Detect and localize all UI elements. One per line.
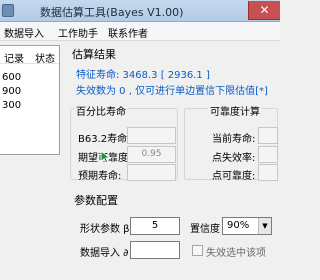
point-failure-rate-label: 点失效率: bbox=[212, 153, 256, 164]
data-import-input[interactable] bbox=[130, 241, 180, 259]
expected-life-label: 预期寿命: bbox=[78, 171, 122, 182]
b632-field[interactable] bbox=[127, 127, 176, 144]
failure-count-note: 失效数为 0 , 仅可进行单边置信下限估值[*] bbox=[76, 86, 268, 97]
reliability-calc-title: 可靠度计算 bbox=[208, 103, 262, 118]
b632-label: B63.2寿命: bbox=[78, 134, 131, 145]
characteristic-life: 特征寿命: 3468.3 [ 2936.1 ] bbox=[76, 70, 210, 81]
column-record[interactable]: 记录 bbox=[4, 50, 24, 65]
percentile-life-title: 百分比寿命 bbox=[74, 103, 128, 118]
list-item[interactable]: 600 bbox=[2, 72, 21, 83]
title-bar[interactable]: 数据估算工具(Bayes V1.00) ✕ bbox=[0, 0, 280, 22]
record-list[interactable]: 记录 状态 600 900 300 bbox=[0, 45, 60, 155]
record-list-header: 记录 状态 bbox=[0, 46, 59, 65]
point-reliability-label: 点可靠度: bbox=[212, 171, 256, 182]
chevron-down-icon[interactable]: ▼ bbox=[258, 218, 271, 234]
menu-data-import[interactable]: 数据导入 bbox=[4, 25, 44, 40]
point-reliability-field[interactable] bbox=[258, 164, 278, 181]
column-status[interactable]: 状态 bbox=[35, 50, 55, 65]
menu-contact-author[interactable]: 联系作者 bbox=[108, 25, 148, 40]
current-life-field[interactable] bbox=[258, 127, 278, 144]
shape-param-input[interactable]: 5 bbox=[130, 217, 180, 235]
close-button[interactable]: ✕ bbox=[248, 1, 280, 20]
failure-checkbox-label[interactable]: 失效选中该项 bbox=[206, 244, 266, 259]
app-icon bbox=[2, 4, 14, 17]
confidence-label: 置信度 bbox=[190, 224, 220, 235]
failure-checkbox[interactable] bbox=[192, 245, 203, 256]
params-title: 参数配置 bbox=[74, 194, 118, 207]
expected-life-field[interactable] bbox=[127, 164, 176, 181]
expected-reliability-field[interactable]: 0.95 bbox=[127, 146, 176, 163]
confidence-select[interactable]: 90% ▼ bbox=[222, 217, 272, 235]
point-failure-rate-field[interactable] bbox=[258, 146, 278, 163]
list-item[interactable]: 300 bbox=[2, 100, 21, 111]
menu-bar: 数据导入 工作助手 联系作者 bbox=[0, 22, 280, 41]
current-life-label: 当前寿命: bbox=[212, 134, 256, 145]
arrow-cursor-icon bbox=[100, 150, 112, 164]
window-title: 数据估算工具(Bayes V1.00) bbox=[40, 6, 184, 19]
confidence-value: 90% bbox=[227, 220, 250, 231]
menu-work-assistant[interactable]: 工作助手 bbox=[58, 25, 98, 40]
list-item[interactable]: 900 bbox=[2, 86, 21, 97]
data-import-label: 数据导入 ∂ bbox=[80, 248, 129, 259]
shape-param-label: 形状参数 β bbox=[80, 224, 130, 235]
results-title: 估算结果 bbox=[72, 48, 116, 61]
